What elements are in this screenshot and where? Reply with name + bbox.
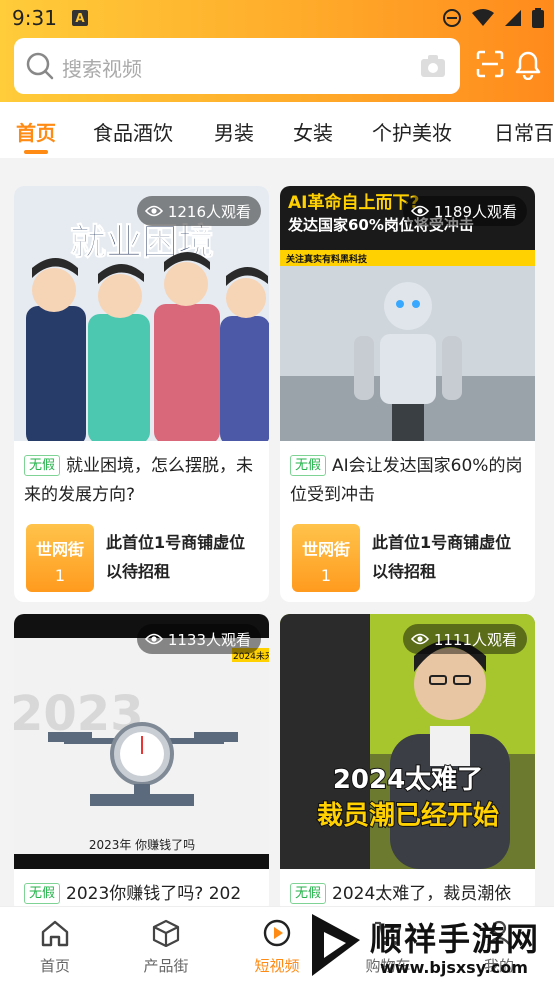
status-time: 9:31 [12, 6, 57, 30]
video-title-text: 2023你赚钱了吗? 202 [66, 884, 242, 904]
box-icon [152, 919, 180, 948]
nav-home[interactable]: 首页 [15, 919, 95, 976]
nav-label: 产品街 [143, 957, 189, 975]
bell-icon[interactable] [514, 50, 542, 80]
video-card[interactable]: 2023 2024未来 2023年 你赚钱了吗 1133人观看 无假2023你赚… [14, 614, 269, 914]
search-placeholder[interactable]: 搜索视频 [62, 53, 142, 82]
active-tab-indicator [24, 150, 48, 154]
tab-food-drink[interactable]: 食品酒饮 [93, 117, 173, 146]
thumb-caption: 2023年 你赚钱了吗 [89, 837, 195, 852]
shop-number: 1 [54, 566, 66, 585]
shop-badge[interactable]: 世网街 1 [26, 524, 94, 592]
category-tabs: 首页 食品酒饮 男装 女装 个护美妆 日常百 [0, 102, 554, 158]
thumb-banner: 关注真实有料黑科技 [286, 253, 368, 265]
tab-womenswear[interactable]: 女装 [293, 117, 333, 146]
eye-icon [410, 633, 429, 645]
shop-name: 世网街 [301, 540, 350, 559]
view-count: 1216人观看 [136, 196, 261, 226]
view-count-text: 1189人观看 [433, 202, 517, 221]
eye-icon [144, 205, 163, 217]
nav-label: 首页 [39, 957, 70, 975]
tab-menswear[interactable]: 男装 [214, 117, 254, 146]
video-title[interactable]: 无假 2024太难了，裁员潮依 [290, 880, 528, 909]
thumb-headline-1: AI革命自上而下? [288, 192, 419, 213]
video-thumbnail[interactable]: 2023 2024未来 2023年 你赚钱了吗 1133人观看 [14, 614, 269, 869]
video-card[interactable]: 就业困境 1216人观看 无假 就业困境，怎么摆脱，未来的发展方向? 世网街 1 此… [14, 186, 269, 602]
video-thumbnail[interactable]: AI革命自上而下? 发达国家60%岗位将受冲击 关注真实有料黑科技 1189人观… [280, 186, 535, 441]
authentic-badge: 无假 [290, 455, 327, 476]
status-bar: 9:31 A [0, 0, 554, 36]
eye-icon [144, 633, 163, 645]
watermark-url: www.bjsxsy.com [380, 958, 528, 977]
wifi-icon [472, 9, 494, 26]
view-count: 1133人观看 [136, 624, 261, 654]
camera-icon[interactable] [420, 54, 446, 78]
shop-name: 世网街 [35, 540, 84, 559]
video-card[interactable]: AI革命自上而下? 发达国家60%岗位将受冲击 关注真实有料黑科技 1189人观… [280, 186, 535, 602]
eye-icon [410, 205, 429, 217]
shop-number: 1 [320, 566, 332, 585]
battery-icon [532, 8, 544, 28]
video-card[interactable]: 2024太难了 裁员潮已经开始 1111人观看 无假 2024太难了，裁员潮依 [280, 614, 535, 914]
watermark-logo-icon [312, 914, 360, 976]
view-count: 1111人观看 [402, 624, 527, 654]
view-count: 1189人观看 [402, 196, 527, 226]
tab-beauty[interactable]: 个护美妆 [372, 117, 452, 146]
watermark-title: 顺祥手游网 [370, 920, 541, 958]
thumb-headline-1: 2024太难了 [333, 765, 483, 795]
thumb-headline-2: 裁员潮已经开始 [317, 800, 499, 831]
shop-promo-text[interactable]: 此首位1号商铺虚位以待招租 [106, 528, 256, 586]
video-title[interactable]: 无假 AI会让发达国家60%的岗位受到冲击 [290, 452, 528, 510]
app-notification-icon: A [72, 10, 88, 26]
video-icon [263, 919, 291, 947]
scan-icon[interactable] [476, 50, 504, 78]
shop-badge[interactable]: 世网街 1 [292, 524, 360, 592]
video-title[interactable]: 无假 就业困境，怎么摆脱，未来的发展方向? [24, 452, 262, 510]
shop-promo-text[interactable]: 此首位1号商铺虚位以待招租 [372, 528, 522, 586]
status-icons [442, 8, 544, 28]
view-count-text: 1111人观看 [433, 630, 517, 649]
tab-daily[interactable]: 日常百 [494, 117, 554, 146]
authentic-badge: 无假 [24, 883, 61, 904]
video-title[interactable]: 无假 2023你赚钱了吗? 202 [24, 880, 262, 909]
home-icon [41, 920, 69, 947]
video-thumbnail[interactable]: 就业困境 1216人观看 [14, 186, 269, 441]
view-count-text: 1216人观看 [167, 202, 251, 221]
site-watermark: 顺祥手游网 www.bjsxsy.com [300, 908, 554, 984]
authentic-badge: 无假 [290, 883, 327, 904]
dnd-icon [443, 9, 461, 27]
nav-product-street[interactable]: 产品街 [126, 919, 206, 976]
signal-icon [505, 10, 521, 26]
video-thumbnail[interactable]: 2024太难了 裁员潮已经开始 1111人观看 [280, 614, 535, 869]
view-count-text: 1133人观看 [167, 630, 251, 649]
authentic-badge: 无假 [24, 455, 61, 476]
app-header: 9:31 A 搜索视频 [0, 0, 554, 102]
search-icon [26, 52, 54, 80]
tab-home[interactable]: 首页 [16, 117, 56, 146]
video-title-text: 2024太难了，裁员潮依 [332, 884, 512, 904]
search-bar[interactable]: 搜索视频 [14, 38, 460, 94]
